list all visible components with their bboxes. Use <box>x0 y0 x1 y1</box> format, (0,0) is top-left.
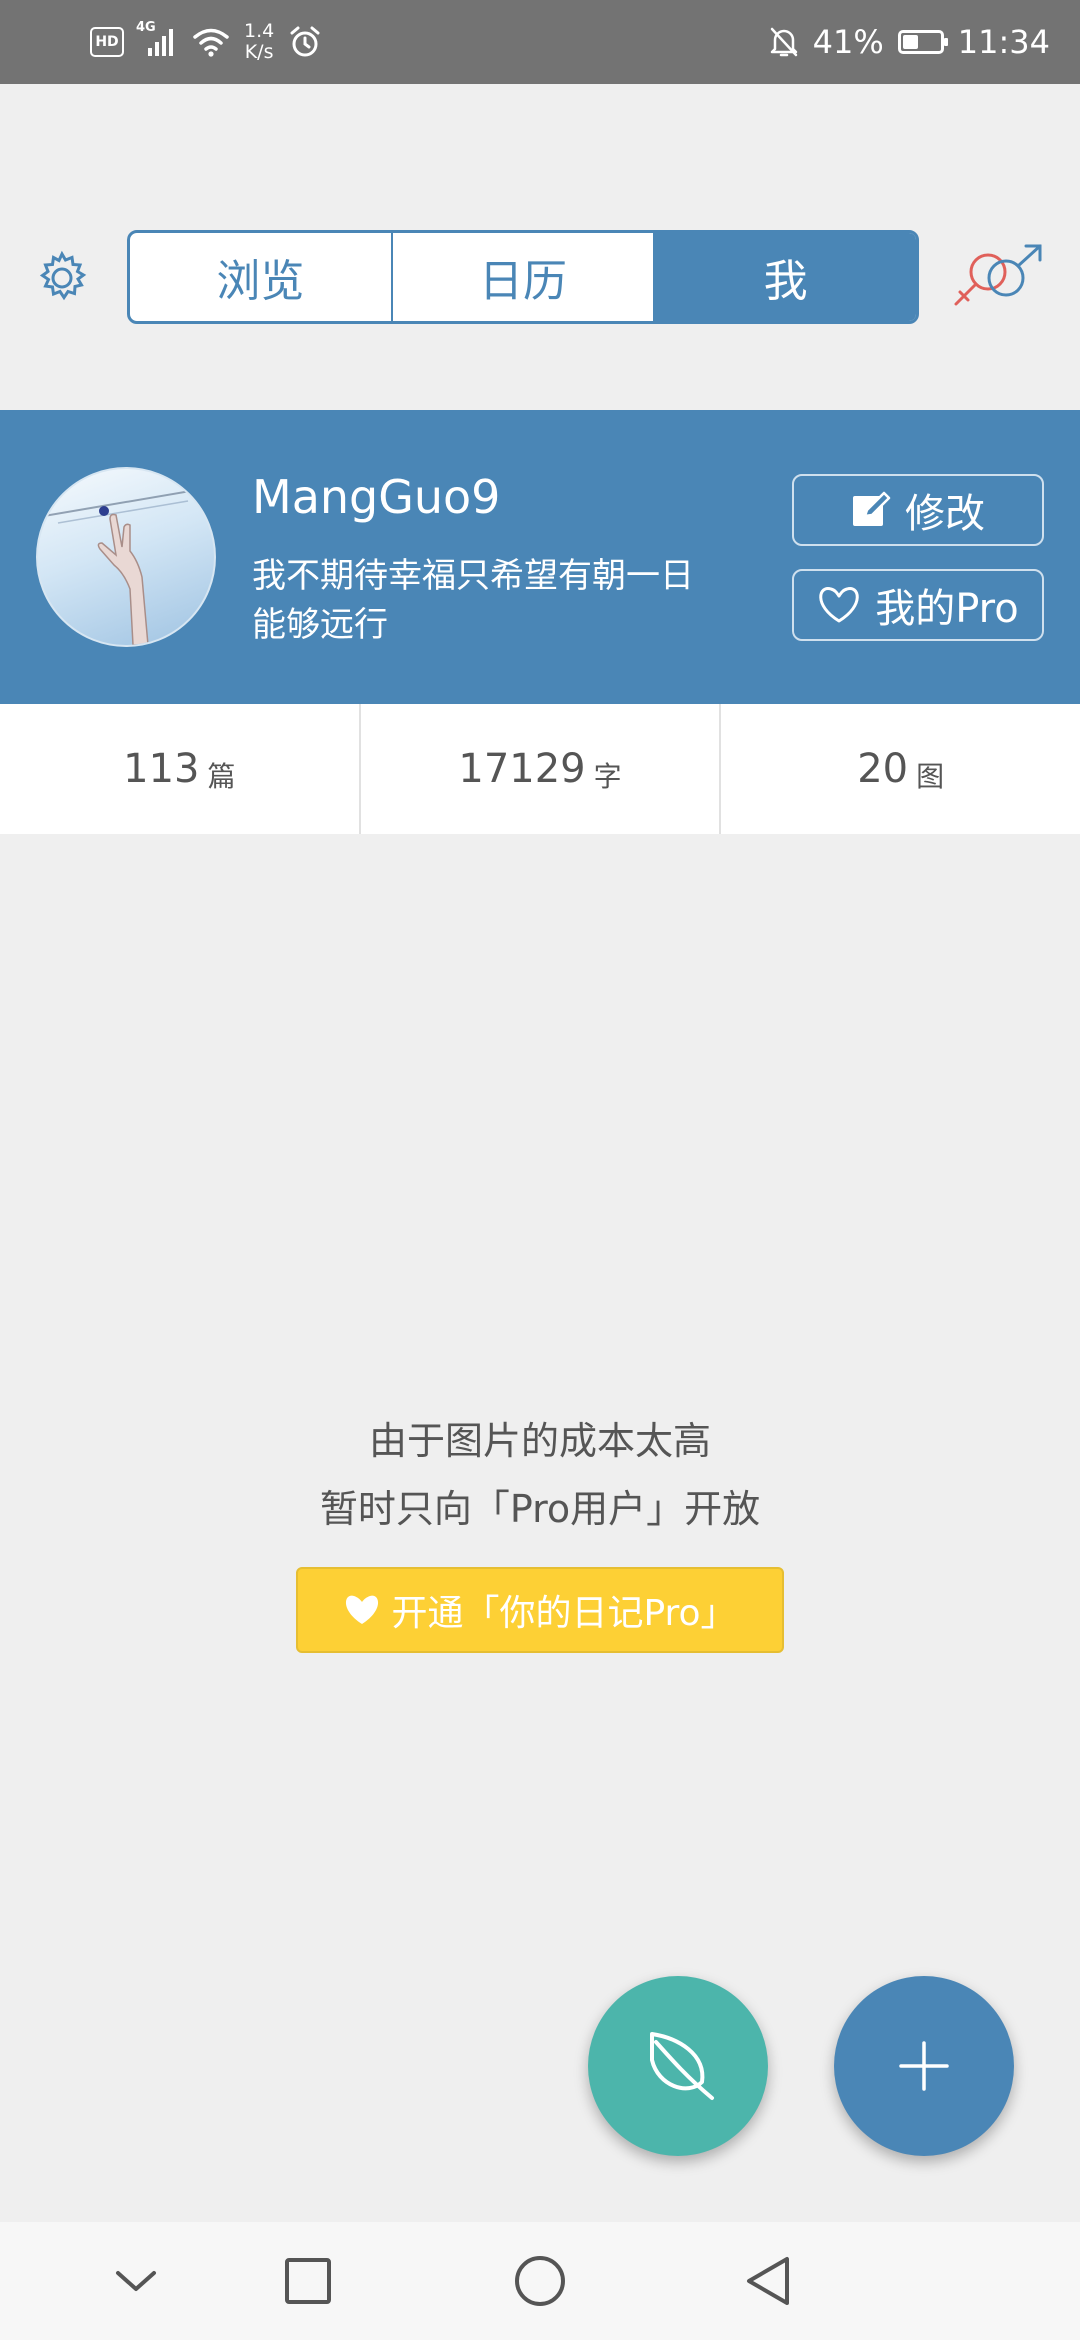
tab-calendar[interactable]: 日历 <box>390 233 654 321</box>
empty-message-line-1: 由于图片的成本太高 <box>368 1419 711 1463</box>
stat-entries[interactable]: 113 篇 <box>0 704 359 834</box>
stat-entries-unit: 篇 <box>207 760 236 793</box>
battery-fill <box>902 35 918 49</box>
status-right: 41% 11:34 <box>769 0 1050 84</box>
upgrade-pro-button[interactable]: 开通「你的日记Pro」 <box>296 1567 784 1653</box>
edit-profile-button[interactable]: 修改 <box>792 474 1044 546</box>
username: MangGuo9 <box>252 470 501 524</box>
nav-home-button[interactable] <box>480 2222 600 2340</box>
status-left: HD 4G 1.4 K/s <box>90 0 322 84</box>
nav-recents-button[interactable] <box>248 2222 368 2340</box>
stat-images[interactable]: 20 图 <box>719 704 1080 834</box>
stats-bar: 113 篇 17129 字 20 图 <box>0 704 1080 834</box>
chevron-down-icon <box>116 2271 156 2291</box>
clock: 11:34 <box>957 23 1050 61</box>
settings-button[interactable] <box>32 248 92 308</box>
tab-me[interactable]: 我 <box>653 233 916 321</box>
avatar[interactable] <box>36 467 216 647</box>
hd-badge: HD <box>90 27 124 57</box>
network-type-label: 4G <box>136 20 156 35</box>
stat-words[interactable]: 17129 字 <box>358 704 720 834</box>
nav-hide-button[interactable] <box>76 2222 196 2340</box>
leaf-icon <box>650 2032 714 2100</box>
square-icon <box>285 2258 331 2304</box>
alarm-icon <box>290 26 320 57</box>
net-speed-unit: K/s <box>244 41 274 63</box>
net-speed-value: 1.4 <box>244 20 275 42</box>
heart-icon <box>346 1595 379 1624</box>
triangle-back-icon <box>747 2257 789 2305</box>
bio-line-1: 我不期待幸福只希望有朝一日 <box>252 556 694 596</box>
gender-button[interactable] <box>952 242 1048 314</box>
wifi-icon <box>193 28 229 57</box>
gear-icon <box>39 250 87 301</box>
add-entry-button[interactable] <box>834 1976 1014 2156</box>
edit-icon <box>853 491 891 526</box>
leaf-button[interactable] <box>588 1976 768 2156</box>
stat-entries-value: 113 <box>123 746 200 792</box>
stat-words-value: 17129 <box>458 746 586 792</box>
gender-icon <box>954 244 1042 306</box>
circle-icon <box>515 2256 565 2306</box>
heart-outline-icon <box>819 587 859 623</box>
net-speed: 1.4 K/s <box>244 21 274 63</box>
stat-images-value: 20 <box>857 746 909 792</box>
plus-icon <box>899 2041 949 2091</box>
signal-icon: 4G <box>136 20 178 58</box>
status-bar: HD 4G 1.4 K/s 41% 11:34 <box>0 0 1080 84</box>
battery-percent: 41% <box>812 23 884 61</box>
tab-browse[interactable]: 浏览 <box>130 233 391 321</box>
avatar-image <box>38 486 214 645</box>
my-pro-label: 我的Pro <box>875 586 1019 632</box>
navigation-bar <box>0 2222 1080 2340</box>
profile-bio: 我不期待幸福只希望有朝一日 能够远行 <box>252 552 752 650</box>
upgrade-pro-label: 开通「你的日记Pro」 <box>391 1593 737 1634</box>
nav-back-button[interactable] <box>708 2222 828 2340</box>
mute-icon <box>770 27 797 57</box>
edit-profile-label: 修改 <box>905 491 985 537</box>
bio-line-2: 能够远行 <box>252 605 388 645</box>
stat-images-unit: 图 <box>916 760 945 793</box>
empty-message-line-2: 暂时只向「Pro用户」开放 <box>319 1487 761 1531</box>
my-pro-button[interactable]: 我的Pro <box>792 569 1044 641</box>
battery-icon <box>897 30 948 54</box>
tab-switcher: 浏览 日历 我 <box>127 230 919 324</box>
stat-words-unit: 字 <box>593 760 622 793</box>
